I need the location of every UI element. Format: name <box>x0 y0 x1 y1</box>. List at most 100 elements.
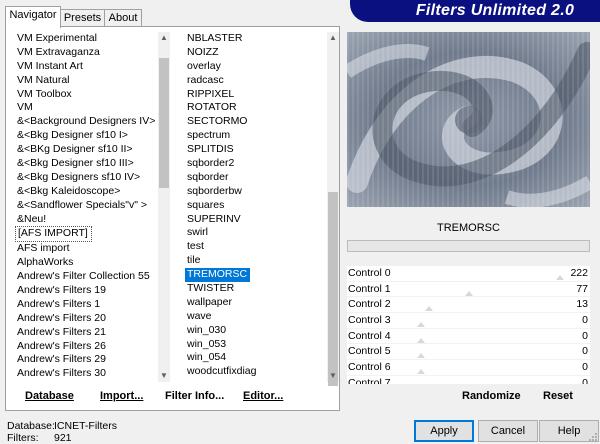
filter-list-item[interactable]: squares <box>185 199 327 213</box>
filter-list-item[interactable]: win_054 <box>185 351 327 365</box>
editor-button[interactable]: Editor... <box>243 390 283 402</box>
category-list-item[interactable]: [AFS IMPORT] <box>15 226 92 243</box>
apply-button[interactable]: Apply <box>414 420 474 442</box>
control-slider-marker[interactable] <box>417 369 425 375</box>
filter-list-item[interactable]: sqborder <box>185 171 327 185</box>
category-list-item[interactable]: VM Experimental <box>15 32 158 46</box>
filter-list-item[interactable]: wave <box>185 310 327 324</box>
filter-list[interactable]: NBLASTER NOIZZ overlay radcasc RIPPIXEL ROTAT… <box>185 32 327 382</box>
control-row[interactable]: Control 6 0 <box>347 360 590 376</box>
control-row[interactable]: Control 0 222 <box>347 266 590 282</box>
control-slider-marker[interactable] <box>417 322 425 328</box>
filter-list-item[interactable]: win_030 <box>185 324 327 338</box>
database-value: ICNET-Filters <box>54 420 117 432</box>
filter-list-item[interactable]: sqborderbw <box>185 185 327 199</box>
controls-list[interactable]: Control 0 222 Control 1 77 Control 2 13 Contro… <box>347 266 590 384</box>
randomize-button[interactable]: Randomize <box>462 390 521 402</box>
scroll-up-icon[interactable]: ▲ <box>158 32 170 44</box>
category-list-item[interactable]: Andrew's Filters 20 <box>15 312 158 326</box>
filter-list-item[interactable]: overlay <box>185 60 327 74</box>
filter-list-item[interactable]: spectrum <box>185 129 327 143</box>
filter-list-item[interactable]: SPLITDIS <box>185 143 327 157</box>
filter-list-item[interactable]: SECTORMO <box>185 115 327 129</box>
category-list-item[interactable]: &<Bkg Designer sf10 I> <box>15 129 158 143</box>
control-row[interactable]: Control 3 0 <box>347 313 590 329</box>
category-list-item[interactable]: AlphaWorks <box>15 256 158 270</box>
filter-list-item[interactable]: tile <box>185 254 327 268</box>
category-list-item[interactable]: &<Sandflower Specials"v" > <box>15 199 158 213</box>
import-button-label: Import... <box>100 390 144 402</box>
filter-list-item[interactable]: TREMORSC <box>185 268 251 283</box>
import-button[interactable]: Import... <box>100 390 143 402</box>
category-list-item[interactable]: Andrew's Filters 1 <box>15 298 158 312</box>
tab-about[interactable]: About <box>104 9 142 27</box>
control-row[interactable]: Control 7 0 <box>347 376 590 384</box>
filter-scrollbar[interactable]: ▲ ▼ <box>327 32 339 386</box>
database-button[interactable]: Database <box>25 390 74 402</box>
resize-grip-icon[interactable] <box>588 432 598 442</box>
scroll-thumb[interactable] <box>159 58 169 188</box>
category-list-item[interactable]: &Neu! <box>15 213 158 227</box>
category-list[interactable]: VM Experimental VM Extravaganza VM Instant… <box>15 32 158 382</box>
control-row[interactable]: Control 4 0 <box>347 329 590 345</box>
filter-list-item[interactable]: radcasc <box>185 74 327 88</box>
selected-filter-name: TREMORSC <box>437 222 500 234</box>
tab-navigator[interactable]: Navigator <box>5 6 61 28</box>
category-list-item[interactable]: &<BKg Designer sf10 II> <box>15 143 158 157</box>
scroll-thumb[interactable] <box>328 192 338 386</box>
progress-bar <box>347 240 590 252</box>
category-list-item[interactable]: VM Instant Art <box>15 60 158 74</box>
filter-list-item[interactable]: NBLASTER <box>185 32 327 46</box>
control-row[interactable]: Control 2 13 <box>347 297 590 314</box>
category-list-item[interactable]: &<Bkg Kaleidoscope> <box>15 185 158 199</box>
control-label: Control 5 <box>348 345 391 358</box>
filter-list-item[interactable]: sqborder2 <box>185 157 327 171</box>
filter-list-item[interactable]: ROTATOR <box>185 101 327 115</box>
filter-list-item[interactable]: wallpaper <box>185 296 327 310</box>
filter-list-item[interactable]: test <box>185 240 327 254</box>
control-value: 0 <box>582 376 588 384</box>
filter-list-item[interactable]: RIPPIXEL <box>185 88 327 102</box>
banner-title: Filters Unlimited 2.0 <box>415 2 575 19</box>
category-list-item[interactable]: Andrew's Filters 29 <box>15 353 158 367</box>
category-list-item[interactable]: Andrew's Filters 19 <box>15 284 158 298</box>
control-label: Control 1 <box>348 282 391 295</box>
control-slider-marker[interactable] <box>465 290 473 296</box>
control-label: Control 2 <box>348 298 391 311</box>
category-list-item[interactable]: &<Bkg Designers sf10 IV> <box>15 171 158 185</box>
filter-info-button-label: Filter Info... <box>165 390 225 402</box>
scroll-down-icon[interactable]: ▼ <box>327 370 339 382</box>
category-list-item[interactable]: Andrew's Filter Collection 55 <box>15 270 158 284</box>
cancel-button[interactable]: Cancel <box>478 420 538 442</box>
control-slider-marker[interactable] <box>417 337 425 343</box>
filter-list-item[interactable]: SUPERINV <box>185 213 327 227</box>
control-label: Control 3 <box>348 314 391 327</box>
category-scrollbar[interactable]: ▲ ▼ <box>158 32 170 382</box>
control-value: 13 <box>576 298 588 311</box>
filter-list-item[interactable]: swirl <box>185 226 327 240</box>
control-row[interactable]: Control 1 77 <box>347 282 590 298</box>
category-list-item[interactable]: VM Extravaganza <box>15 46 158 60</box>
category-list-item[interactable]: Andrew's Filters 30 <box>15 367 158 381</box>
category-list-item[interactable]: Andrew's Filters 21 <box>15 326 158 340</box>
category-list-item[interactable]: &<Bkg Designer sf10 III> <box>15 157 158 171</box>
control-slider-marker[interactable] <box>425 306 433 312</box>
filter-list-item[interactable]: win_053 <box>185 338 327 352</box>
filter-info-button[interactable]: Filter Info... <box>165 390 224 402</box>
filter-list-item[interactable]: NOIZZ <box>185 46 327 60</box>
scroll-up-icon[interactable]: ▲ <box>327 32 339 44</box>
category-list-item[interactable]: &<Background Designers IV> <box>15 115 158 129</box>
reset-button[interactable]: Reset <box>543 390 573 402</box>
control-slider-marker[interactable] <box>417 353 425 359</box>
tab-presets[interactable]: Presets <box>60 9 105 27</box>
category-list-item[interactable]: VM <box>15 101 158 115</box>
category-list-item[interactable]: Andrew's Filters 26 <box>15 340 158 354</box>
control-slider-marker[interactable] <box>556 275 565 280</box>
category-list-item[interactable]: VM Toolbox <box>15 88 158 102</box>
filter-list-item[interactable]: TWISTER <box>185 282 327 296</box>
control-row[interactable]: Control 5 0 <box>347 344 590 361</box>
scroll-down-icon[interactable]: ▼ <box>158 370 170 382</box>
filter-list-item[interactable]: woodcutfixdiag <box>185 365 327 379</box>
category-list-item[interactable]: VM Natural <box>15 74 158 88</box>
category-list-item[interactable]: AFS import <box>15 242 158 256</box>
